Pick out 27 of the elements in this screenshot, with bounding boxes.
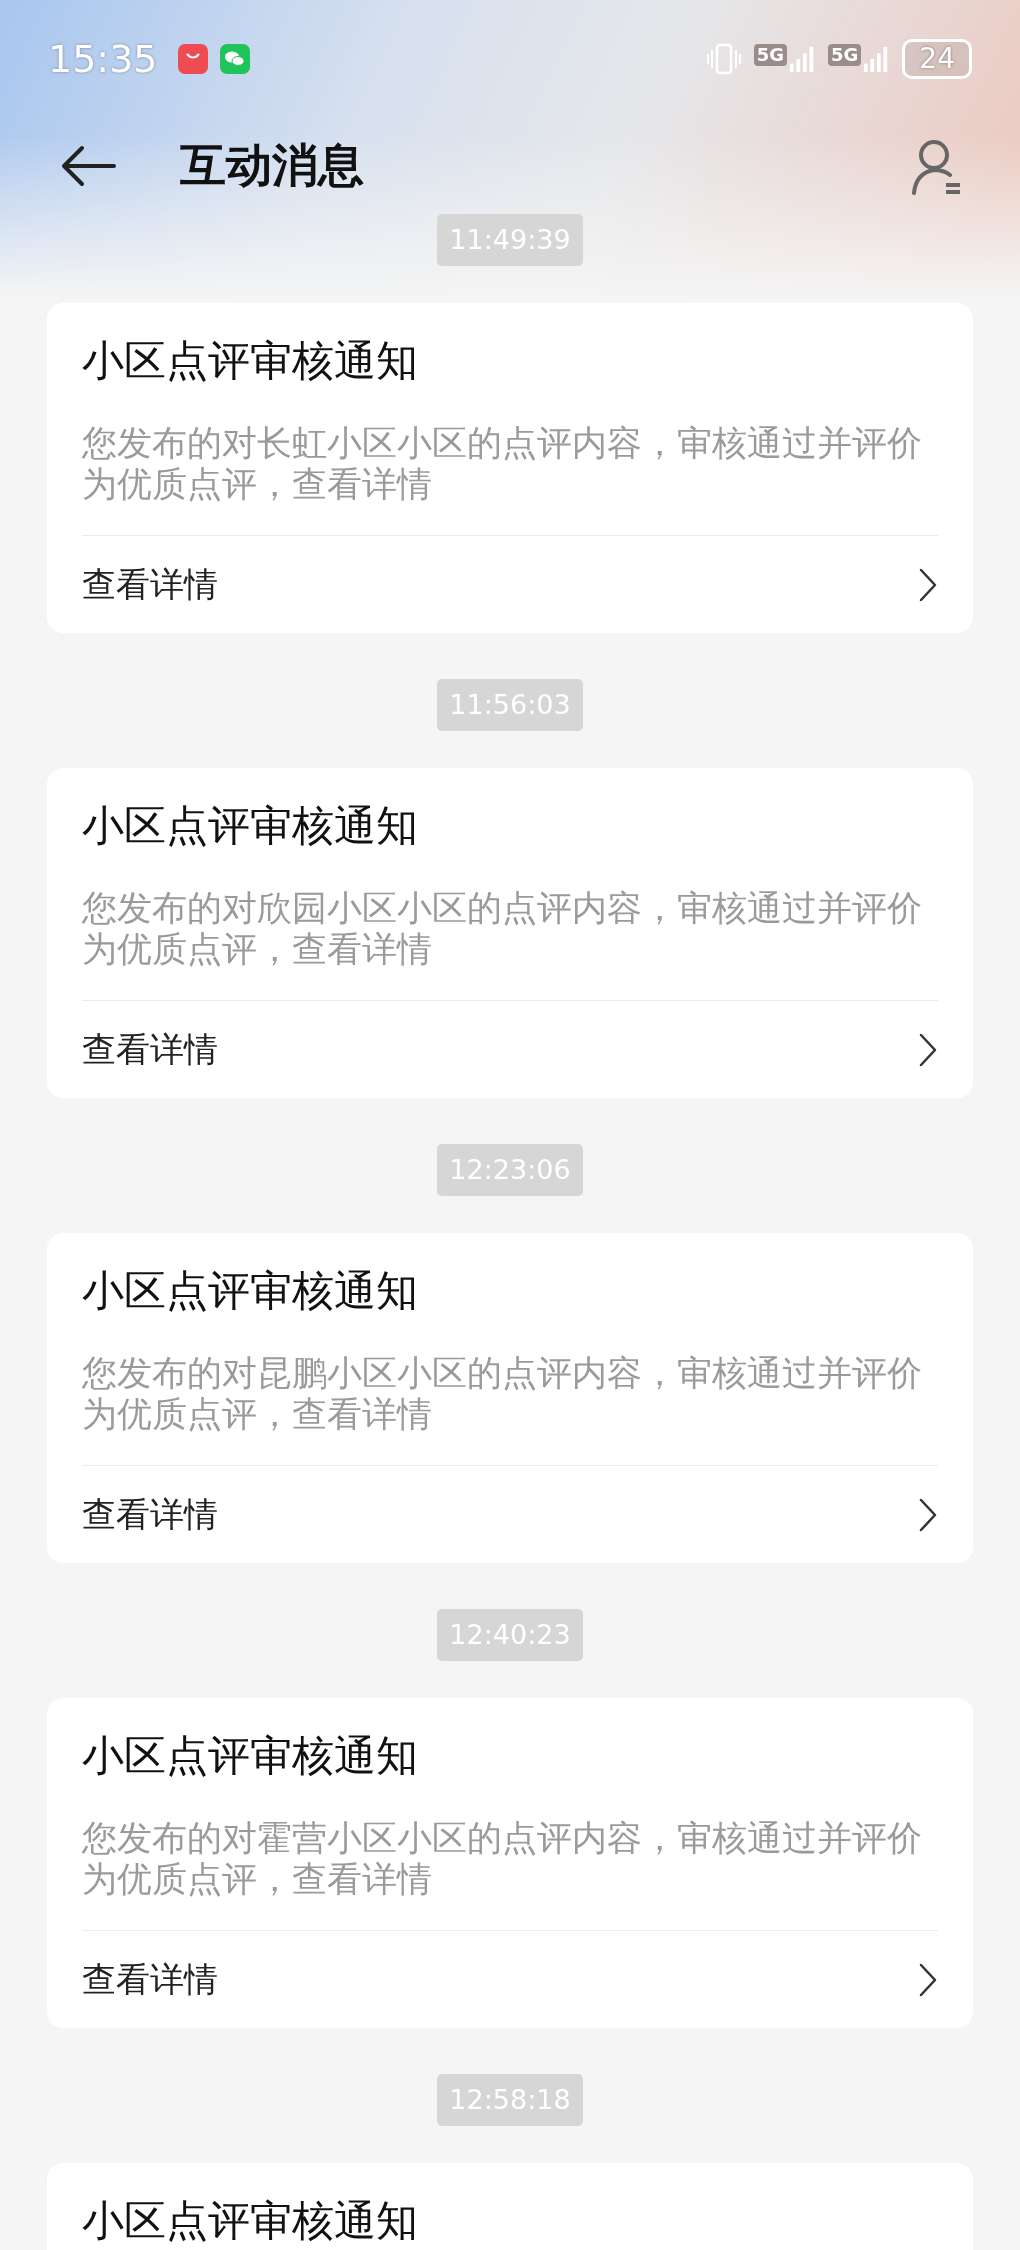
person-list-icon[interactable] <box>910 137 962 195</box>
notification-text: 您发布的对昆鹏小区小区的点评内容，审核通过并评价为优质点评，查看详情 <box>82 1353 938 1466</box>
chevron-right-icon <box>918 1961 938 1998</box>
network-type: 5G <box>828 44 862 66</box>
status-time: 15:35 <box>48 37 158 81</box>
vibrate-icon <box>705 42 742 76</box>
back-arrow-icon[interactable] <box>60 144 116 188</box>
view-details-link[interactable]: 查看详情 <box>82 1931 938 2028</box>
chevron-right-icon <box>918 1496 938 1533</box>
chevron-right-icon <box>918 1031 938 1068</box>
notification-title: 小区点评审核通知 <box>82 1730 419 1782</box>
network-type: 5G <box>753 44 788 66</box>
chat-bubbles-icon <box>219 44 250 74</box>
notification-text: 您发布的对欣园小区小区的点评内容，审核通过并评价为优质点评，查看详情 <box>82 888 938 1001</box>
page-title: 互动消息 <box>180 137 364 194</box>
notification-title: 小区点评审核通知 <box>82 335 419 387</box>
view-details-link[interactable]: 查看详情 <box>82 1466 938 1563</box>
notification-title: 小区点评审核通知 <box>82 800 419 852</box>
notification-text: 您发布的对长虹小区小区的点评内容，审核通过并评价为优质点评，查看详情 <box>82 423 938 536</box>
notification-title: 小区点评审核通知 <box>82 1265 419 1317</box>
view-details-link[interactable]: 查看详情 <box>82 536 938 633</box>
battery-level: 24 <box>902 39 972 79</box>
chevron-right-icon <box>918 566 938 603</box>
shopping-bag-icon <box>177 44 208 74</box>
notification-text: 您发布的对霍营小区小区的点评内容，审核通过并评价为优质点评，查看详情 <box>82 1818 938 1931</box>
view-details-link[interactable]: 查看详情 <box>82 1001 938 1098</box>
notification-title: 小区点评审核通知 <box>82 2195 419 2247</box>
